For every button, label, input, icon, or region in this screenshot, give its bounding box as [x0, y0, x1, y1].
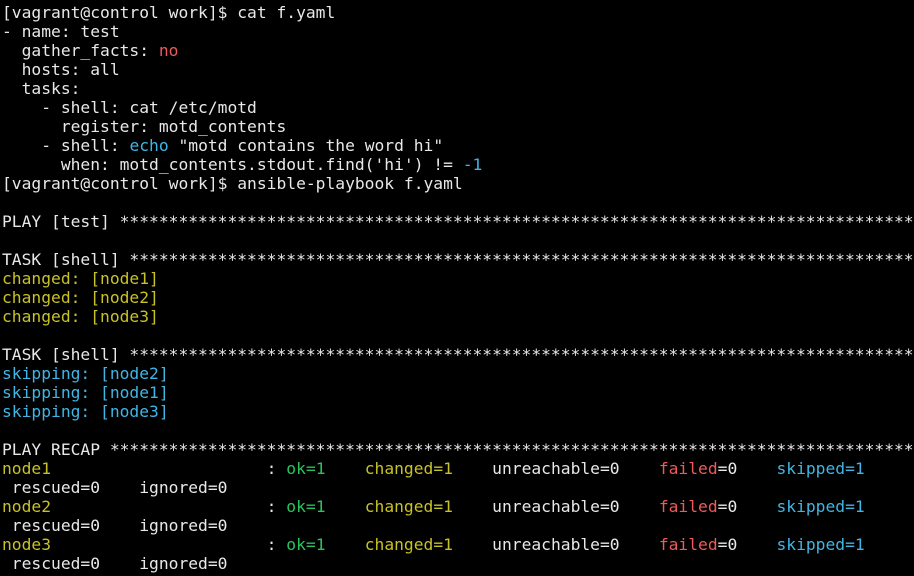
terminal-text: rescued=0 ignored=0 [2, 554, 228, 573]
terminal-text: =0 [717, 459, 777, 478]
terminal-line: [vagrant@control work]$ cat f.yaml [2, 3, 914, 22]
terminal-text: rescued=0 ignored=0 [2, 478, 228, 497]
terminal-line: changed: [node1] [2, 269, 914, 288]
terminal-line: - name: test [2, 22, 914, 41]
terminal-text: failed [658, 535, 718, 554]
terminal-line: skipping: [node2] [2, 364, 914, 383]
terminal-window[interactable]: [vagrant@control work]$ cat f.yaml - name… [0, 0, 914, 576]
terminal-text: - shell: cat /etc/motd [2, 98, 257, 117]
terminal-line: rescued=0 ignored=0 [2, 516, 914, 535]
terminal-line: hosts: all [2, 60, 914, 79]
terminal-line: TASK [shell] ***************************… [2, 250, 914, 269]
terminal-text: unreachable=0 [452, 535, 659, 554]
terminal-text: tasks: [2, 79, 81, 98]
terminal-text: skipping: [node3] [2, 402, 169, 421]
terminal-line: when: motd_contents.stdout.find('hi') !=… [2, 155, 914, 174]
terminal-text: changed: [node3] [2, 307, 159, 326]
terminal-line: tasks: [2, 79, 914, 98]
terminal-line: - shell: echo "motd contains the word hi… [2, 136, 914, 155]
terminal-line: node2 : ok=1 changed=1 unreachable=0 fai… [2, 497, 914, 516]
terminal-text: unreachable=0 [452, 497, 659, 516]
terminal-line: [vagrant@control work]$ ansible-playbook… [2, 174, 914, 193]
terminal-text: ok=1 [286, 535, 326, 554]
terminal-text: - name: test [2, 22, 120, 41]
terminal-text: changed=1 [364, 497, 453, 516]
terminal-line: TASK [shell] ***************************… [2, 345, 914, 364]
terminal-text: hosts: all [2, 60, 120, 79]
terminal-text: "motd contains the word hi" [168, 136, 444, 155]
terminal-text: =0 [717, 497, 777, 516]
terminal-text: failed [658, 497, 718, 516]
terminal-line: gather_facts: no [2, 41, 914, 60]
terminal-line: skipping: [node3] [2, 402, 914, 421]
terminal-text: skipped=1 [776, 535, 865, 554]
terminal-text: failed [658, 459, 718, 478]
terminal-line: register: motd_contents [2, 117, 914, 136]
terminal-text: changed=1 [364, 535, 453, 554]
terminal-line: rescued=0 ignored=0 [2, 478, 914, 497]
terminal-text: skipped=1 [776, 459, 865, 478]
terminal-text: [vagrant@control work]$ ansible-playbook… [2, 174, 463, 193]
terminal-text: ok=1 [286, 459, 326, 478]
terminal-text: [vagrant@control work]$ cat f.yaml [2, 3, 336, 22]
terminal-text: ok=1 [286, 497, 326, 516]
terminal-text: register: motd_contents [2, 117, 287, 136]
terminal-text: : [51, 459, 287, 478]
terminal-line: - shell: cat /etc/motd [2, 98, 914, 117]
terminal-text: =0 [717, 535, 777, 554]
terminal-line: rescued=0 ignored=0 [2, 554, 914, 573]
terminal-text: skipped=1 [776, 497, 865, 516]
terminal-text: when: motd_contents.stdout.find('hi') != [2, 155, 463, 174]
terminal-text: gather_facts: [2, 41, 159, 60]
terminal-text: PLAY [test] ****************************… [2, 212, 914, 231]
terminal-text: TASK [shell] ***************************… [2, 250, 914, 269]
terminal-text: node3 [2, 535, 52, 554]
terminal-text: changed: [node2] [2, 288, 159, 307]
terminal-text: node2 [2, 497, 52, 516]
terminal-line: changed: [node2] [2, 288, 914, 307]
terminal-text: changed: [node1] [2, 269, 159, 288]
terminal-text: PLAY RECAP *****************************… [2, 440, 914, 459]
terminal-text: echo [129, 136, 169, 155]
terminal-line: changed: [node3] [2, 307, 914, 326]
terminal-line: PLAY [test] ****************************… [2, 212, 914, 231]
terminal-text: unreachable=0 [452, 459, 659, 478]
terminal-line: node3 : ok=1 changed=1 unreachable=0 fai… [2, 535, 914, 554]
terminal-text: : [51, 497, 287, 516]
terminal-text: node1 [2, 459, 52, 478]
terminal-text: TASK [shell] ***************************… [2, 345, 914, 364]
terminal-text: - shell: [2, 136, 130, 155]
terminal-text: rescued=0 ignored=0 [2, 516, 228, 535]
terminal-line: PLAY RECAP *****************************… [2, 440, 914, 459]
terminal-text: no [158, 41, 179, 60]
terminal-text: changed=1 [364, 459, 453, 478]
terminal-text: -1 [462, 155, 483, 174]
terminal-line: skipping: [node1] [2, 383, 914, 402]
terminal-line: node1 : ok=1 changed=1 unreachable=0 fai… [2, 459, 914, 478]
terminal-text: skipping: [node2] [2, 364, 169, 383]
terminal-text: : [51, 535, 287, 554]
terminal-text: skipping: [node1] [2, 383, 169, 402]
